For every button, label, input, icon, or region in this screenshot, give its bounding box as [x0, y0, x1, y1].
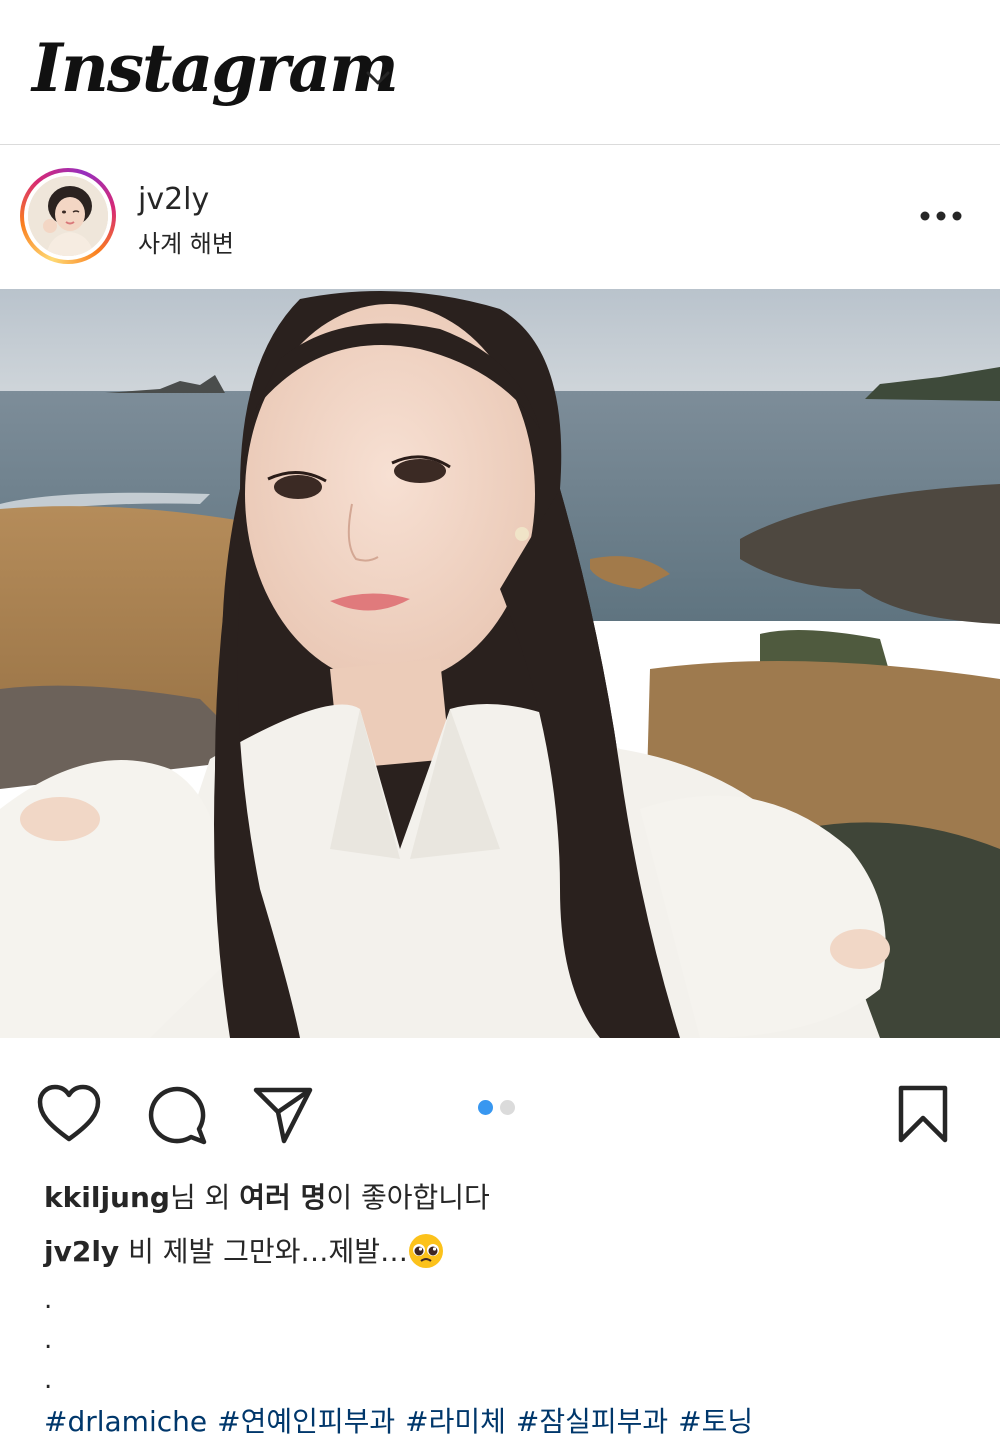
carousel-indicator [478, 1100, 522, 1116]
post-actions [0, 1038, 1000, 1178]
hashtags: #drlamiche #연예인피부과 #라미체 #잠실피부과 #토닝 [44, 1400, 763, 1440]
seaside-portrait-image [0, 289, 1000, 1038]
avatar-image [28, 176, 108, 256]
likes-middle-text: 님 외 [169, 1181, 240, 1214]
caption-username[interactable]: jv2ly [44, 1235, 119, 1268]
chevron-down-icon[interactable] [362, 62, 394, 94]
share-icon[interactable] [252, 1084, 314, 1146]
heart-icon[interactable] [36, 1084, 102, 1144]
bookmark-icon[interactable] [896, 1084, 950, 1144]
post-location[interactable]: 사계 해변 [138, 224, 234, 259]
caption: jv2ly 비 제발 그만와…제발… [44, 1230, 444, 1270]
pleading-face-emoji-icon [408, 1234, 443, 1268]
caption-line-dot: . [44, 1365, 53, 1395]
likes-summary[interactable]: kkiljung님 외 여러 명이 좋아합니다 [44, 1176, 490, 1216]
caption-line-dot: . [44, 1285, 53, 1315]
caption-text: 비 제발 그만와…제발… [119, 1235, 408, 1268]
avatar[interactable] [28, 176, 108, 256]
hashtag-link[interactable]: #잠실피부과 [516, 1405, 668, 1438]
instagram-logo[interactable]: Instagram [32, 18, 399, 118]
caption-line-dot: . [44, 1325, 53, 1355]
post-header: jv2ly 사계 해변 [0, 146, 1000, 288]
liked-by-username[interactable]: kkiljung [44, 1181, 170, 1214]
post-username[interactable]: jv2ly [138, 182, 209, 217]
hashtag-link[interactable]: #토닝 [678, 1405, 753, 1438]
more-options-icon[interactable] [916, 202, 966, 230]
hashtag-link[interactable]: #연예인피부과 [217, 1405, 395, 1438]
hashtag-link[interactable]: #라미체 [405, 1405, 506, 1438]
likes-suffix: 이 좋아합니다 [326, 1181, 490, 1214]
comment-icon[interactable] [146, 1084, 208, 1146]
carousel-dot-active [478, 1100, 493, 1115]
story-ring[interactable] [20, 168, 116, 264]
app-header: Instagram [0, 0, 1000, 145]
likes-others[interactable]: 여러 명 [239, 1181, 326, 1214]
post-photo[interactable] [0, 289, 1000, 1038]
carousel-dot [500, 1100, 515, 1115]
hashtag-link[interactable]: #drlamiche [44, 1405, 207, 1438]
